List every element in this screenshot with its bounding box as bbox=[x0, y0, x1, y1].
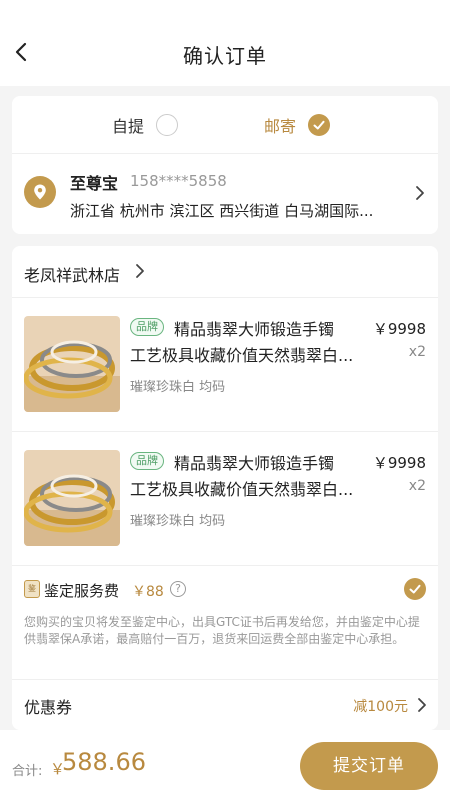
chevron-right-icon bbox=[416, 186, 424, 200]
delivery-option-self-pickup[interactable]: 自提 bbox=[112, 112, 179, 138]
product-price: ￥9998 bbox=[372, 454, 426, 472]
product-title: 精品翡翠大师锻造手镯 bbox=[174, 320, 335, 339]
submit-order-button[interactable]: 提交订单 bbox=[300, 742, 438, 790]
product-title-continued: 工艺极具收藏价值天然翡翠白... bbox=[130, 480, 354, 499]
shipping-address-row[interactable]: 至尊宝 158****5858 浙江省 杭州市 滨江区 西兴街道 白马湖国际..… bbox=[12, 154, 438, 234]
recipient-phone: 158****5858 bbox=[130, 172, 227, 190]
location-pin-icon bbox=[24, 176, 56, 208]
order-items-card: 老凤祥武林店 品牌 精品翡翠大师锻造手镯 工艺极具收藏价值天然翡翠白... 璀璨… bbox=[12, 246, 438, 730]
product-price: ￥9998 bbox=[372, 320, 426, 338]
radio-checked-icon[interactable] bbox=[308, 114, 331, 136]
appraisal-checkbox-checked-icon[interactable] bbox=[404, 578, 426, 600]
checkout-bar: 合计: ￥ 588.66 提交订单 bbox=[0, 730, 450, 800]
coupon-discount: 减100元 bbox=[353, 699, 408, 715]
total-label: 合计: bbox=[12, 764, 43, 779]
product-image bbox=[24, 450, 120, 546]
appraisal-service-row: 鉴 鉴定服务费 ￥88 ? 您购买的宝贝将发至鉴定中心，出具GTC证书后再发给您… bbox=[12, 566, 438, 680]
product-item[interactable]: 品牌 精品翡翠大师锻造手镯 工艺极具收藏价值天然翡翠白... 璀璨珍珠白 均码 … bbox=[12, 298, 438, 432]
brand-tag: 品牌 bbox=[130, 452, 164, 470]
chevron-right-icon bbox=[136, 264, 144, 278]
product-quantity: x2 bbox=[408, 478, 426, 494]
appraisal-badge-icon: 鉴 bbox=[24, 580, 40, 598]
store-header[interactable]: 老凤祥武林店 bbox=[12, 246, 438, 298]
product-spec: 璀璨珍珠白 均码 bbox=[130, 514, 226, 529]
header-bar: 确认订单 bbox=[0, 0, 450, 86]
store-name: 老凤祥武林店 bbox=[24, 266, 121, 285]
delivery-option-label: 自提 bbox=[112, 117, 145, 136]
delivery-option-label: 邮寄 bbox=[264, 117, 297, 136]
appraisal-service-price: ￥88 bbox=[132, 584, 164, 600]
delivery-option-mail[interactable]: 邮寄 bbox=[264, 112, 331, 138]
product-spec: 璀璨珍珠白 均码 bbox=[130, 380, 226, 395]
recipient-name: 至尊宝 bbox=[70, 174, 119, 193]
delivery-method-selector: 自提 邮寄 bbox=[12, 96, 438, 154]
appraisal-service-description: 您购买的宝贝将发至鉴定中心，出具GTC证书后再发给您，并由鉴定中心提供翡翠保A承… bbox=[24, 615, 420, 646]
total-amount: 588.66 bbox=[62, 748, 146, 776]
coupon-label: 优惠券 bbox=[24, 698, 73, 717]
delivery-address-card: 自提 邮寄 至尊宝 158****5858 浙江省 杭州市 滨江区 西兴街道 白… bbox=[12, 96, 438, 234]
help-icon[interactable]: ? bbox=[170, 581, 186, 597]
product-image bbox=[24, 316, 120, 412]
product-item[interactable]: 品牌 精品翡翠大师锻造手镯 工艺极具收藏价值天然翡翠白... 璀璨珍珠白 均码 … bbox=[12, 432, 438, 566]
product-quantity: x2 bbox=[408, 344, 426, 360]
coupon-row[interactable]: 优惠券 减100元 bbox=[12, 680, 438, 730]
appraisal-service-label: 鉴定服务费 bbox=[44, 582, 120, 600]
brand-tag: 品牌 bbox=[130, 318, 164, 336]
chevron-right-icon bbox=[418, 698, 426, 712]
address-detail: 浙江省 杭州市 滨江区 西兴街道 白马湖国际... bbox=[70, 202, 374, 220]
radio-unchecked-icon[interactable] bbox=[156, 114, 179, 136]
product-title: 精品翡翠大师锻造手镯 bbox=[174, 454, 335, 473]
product-title-continued: 工艺极具收藏价值天然翡翠白... bbox=[130, 346, 354, 365]
page-title: 确认订单 bbox=[183, 44, 267, 68]
